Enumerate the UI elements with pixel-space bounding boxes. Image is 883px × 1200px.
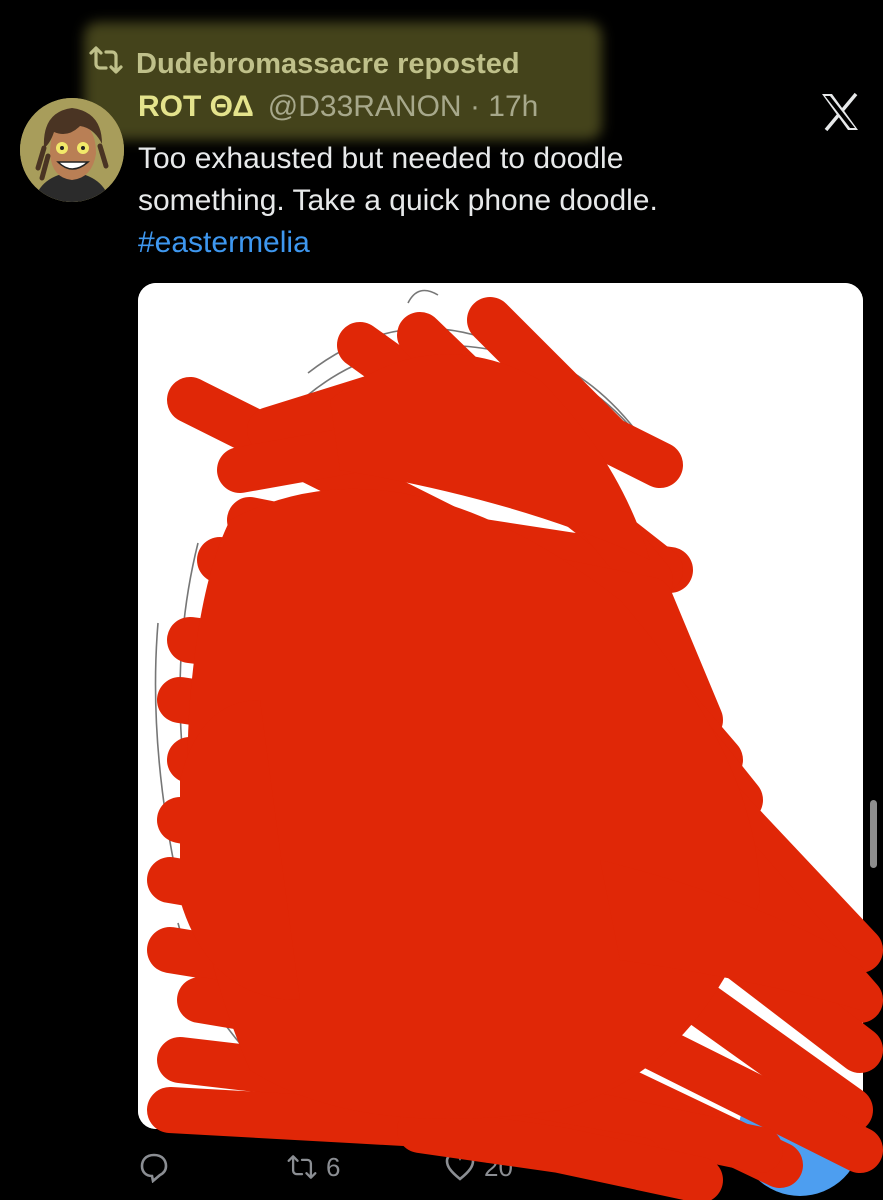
heart-icon [445,1152,475,1181]
doodle-sketch [138,283,863,1129]
like-count: 20 [484,1151,513,1182]
views-count: 2 [638,1151,653,1182]
repost-icon [88,45,124,83]
repost-action-icon [287,1155,317,1179]
repost-label: Dudebromassacre reposted [136,47,520,80]
repost-action[interactable]: 6 [286,1142,340,1192]
author-name[interactable]: ROT ΘΔ [138,90,254,124]
tweet-text-line1: Too exhausted but needed to doodle [138,142,624,175]
close-x-icon [822,92,858,132]
reply-action[interactable] [138,1142,178,1192]
tweet-image[interactable] [138,283,863,1129]
repost-count: 6 [326,1151,341,1182]
close-button[interactable] [818,92,862,132]
views-chart-icon [602,1159,624,1179]
tweet-header: ROT ΘΔ @D33RANON · 17h [138,90,538,132]
tweet-text-line2: something. Take a quick phone doodle. [138,184,658,217]
hashtag-link[interactable]: #eastermelia [138,226,310,259]
scrollbar[interactable] [870,800,877,868]
author-handle-text[interactable]: @D33RANON [268,90,462,123]
avatar[interactable] [20,98,124,202]
views-action[interactable]: 2 [598,1142,652,1192]
tweet-timestamp[interactable]: · 17h [470,90,538,123]
reply-icon [140,1153,168,1183]
compose-button[interactable] [738,1072,862,1196]
author-handle[interactable]: @D33RANON · 17h [268,90,539,124]
repost-indicator[interactable]: Dudebromassacre reposted [88,44,520,84]
like-action[interactable]: 20 [444,1142,513,1192]
tweet-text: Too exhausted but needed to doodle somet… [138,138,838,264]
